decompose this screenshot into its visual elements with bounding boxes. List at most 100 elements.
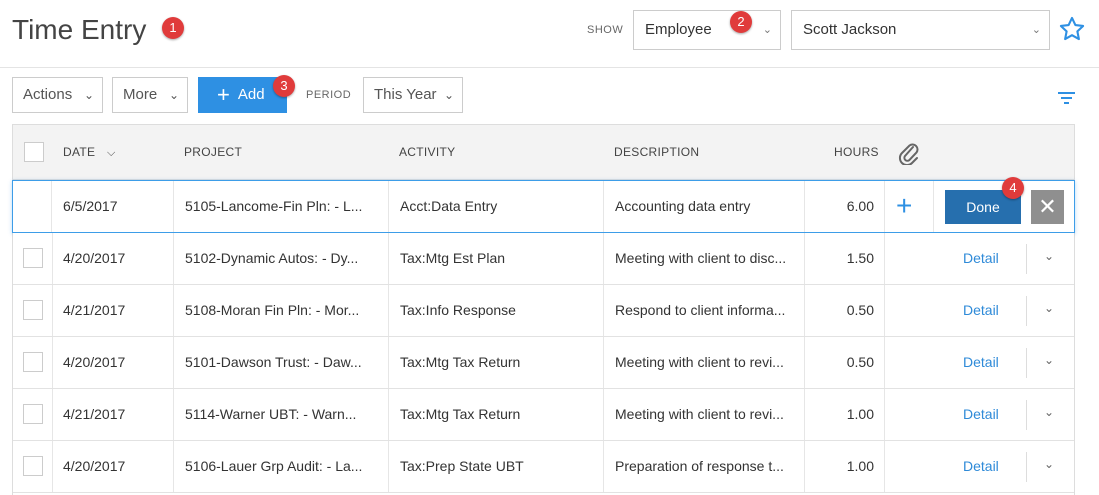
edit-row: 6/5/2017 5105-Lancome-Fin Pln: - L... Ac… [12,177,1075,233]
edit-activity-field[interactable]: Acct:Data Entry [400,181,600,232]
cell-description: Respond to client informa... [615,302,786,318]
column-divider [603,285,604,336]
column-divider [388,181,389,232]
cell-activity: Tax:Mtg Est Plan [400,250,506,266]
cell-date: 4/20/2017 [63,250,126,266]
chevron-down-icon[interactable]: ⌄ [1044,249,1054,263]
column-divider [804,337,805,388]
chevron-down-icon: ⌄ [1031,24,1041,36]
column-divider [388,285,389,336]
show-select-value: Employee [645,21,712,38]
column-divider [173,233,174,284]
column-divider [388,441,389,492]
column-divider [933,181,934,232]
chevron-down-icon[interactable]: ⌄ [1044,405,1054,419]
actions-dropdown[interactable]: Actions ⌄ [12,77,103,113]
star-icon[interactable] [1058,15,1086,43]
action-separator [1026,244,1027,274]
detail-link[interactable]: Detail [963,233,1013,284]
chevron-down-icon: ⌄ [443,88,454,102]
employee-select[interactable]: Scott Jackson ⌄ [791,10,1050,50]
table-row[interactable]: 4/20/2017 5101-Dawson Trust: - Daw... Tax:… [13,337,1074,389]
detail-link[interactable]: Detail [963,337,1013,388]
table-row[interactable]: 4/21/2017 5108-Moran Fin Pln: - Mor... Tax… [13,285,1074,337]
add-label: Add [237,86,265,103]
paperclip-icon [898,143,919,165]
column-divider [603,441,604,492]
column-divider [173,181,174,232]
table-row[interactable]: 4/21/2017 5114-Warner UBT: - Warn... Tax:M… [13,389,1074,441]
close-edit-button[interactable]: ✕ [1031,190,1064,224]
edit-date-field[interactable]: 6/5/2017 [63,181,173,232]
column-divider [603,389,604,440]
page-header: Time Entry 1 SHOW Employee ⌄ 2 Scott Jac… [0,0,1099,68]
cell-hours: 1.50 [846,250,874,266]
sort-chevron-down-icon: ⌵ [106,147,116,159]
column-divider [804,233,805,284]
filter-icon[interactable] [1058,91,1075,105]
column-divider [52,233,53,284]
cell-description: Meeting with client to revi... [615,406,784,422]
cell-project: 5102-Dynamic Autos: - Dy... [185,250,359,266]
row-checkbox[interactable] [23,456,43,476]
period-label: PERIOD [306,89,352,101]
cell-description: Meeting with client to revi... [615,354,784,370]
chevron-down-icon: ⌄ [168,88,179,102]
column-divider [51,181,52,232]
more-dropdown[interactable]: More ⌄ [112,77,188,113]
edit-description-field[interactable]: Accounting data entry [615,181,800,232]
detail-link[interactable]: Detail [963,441,1013,492]
row-checkbox[interactable] [23,248,43,268]
row-checkbox[interactable] [23,404,43,424]
select-all-checkbox[interactable] [24,142,44,162]
cell-hours: 0.50 [846,302,874,318]
edit-hours-field[interactable]: 6.00 [808,181,874,232]
chevron-down-icon[interactable]: ⌄ [1044,457,1054,471]
date-header-label: DATE [63,145,96,159]
actions-label: Actions [23,86,73,103]
action-separator [1026,296,1027,326]
add-attachment-plus-icon[interactable]: + [896,192,912,220]
column-divider [603,181,604,232]
row-checkbox[interactable] [23,300,43,320]
column-divider [52,337,53,388]
table-row[interactable]: 4/20/2017 5106-Lauer Grp Audit: - La... Ta… [13,441,1074,493]
action-separator [1026,400,1027,430]
cell-hours: 0.50 [846,354,874,370]
chevron-down-icon[interactable]: ⌄ [1044,353,1054,367]
cell-activity: Tax:Mtg Tax Return [400,354,521,370]
cell-activity: Tax:Prep State UBT [400,458,524,474]
show-select[interactable]: Employee ⌄ [633,10,781,50]
chevron-down-icon: ⌄ [762,24,772,36]
plus-icon: + [217,82,230,107]
cell-project: 5108-Moran Fin Pln: - Mor... [185,302,360,318]
cell-activity: Tax:Info Response [400,302,516,318]
chevron-down-icon[interactable]: ⌄ [1044,301,1054,315]
column-header-date[interactable]: DATE ⌵ [63,145,116,160]
cell-description: Preparation of response t... [615,458,784,474]
period-value: This Year [374,86,437,103]
column-divider [884,337,885,388]
cell-project: 5101-Dawson Trust: - Daw... [185,354,362,370]
detail-link[interactable]: Detail [963,389,1013,440]
table-row[interactable]: 4/20/2017 5102-Dynamic Autos: - Dy... Tax:… [13,233,1074,285]
edit-project-field[interactable]: 5105-Lancome-Fin Pln: - L... [185,181,385,232]
time-entry-table: DATE ⌵ PROJECT ACTIVITY DESCRIPTION HOUR… [12,124,1075,495]
employee-select-value: Scott Jackson [803,21,897,38]
callout-badge-3: 3 [273,75,295,97]
toolbar: Actions ⌄ More ⌄ + Add 3 PERIOD This Year… [0,68,1099,124]
cell-project: 5106-Lauer Grp Audit: - La... [185,458,363,474]
column-divider [804,441,805,492]
column-header-hours: HOURS [834,145,879,159]
row-checkbox[interactable] [23,352,43,372]
callout-badge-1: 1 [162,17,184,39]
detail-link[interactable]: Detail [963,285,1013,336]
column-divider [173,441,174,492]
callout-badge-4: 4 [1002,177,1024,199]
chevron-down-icon: ⌄ [83,88,94,102]
column-divider [173,285,174,336]
column-divider [884,441,885,492]
column-divider [884,233,885,284]
table-header: DATE ⌵ PROJECT ACTIVITY DESCRIPTION HOUR… [13,124,1074,180]
period-dropdown[interactable]: This Year ⌄ [363,77,463,113]
